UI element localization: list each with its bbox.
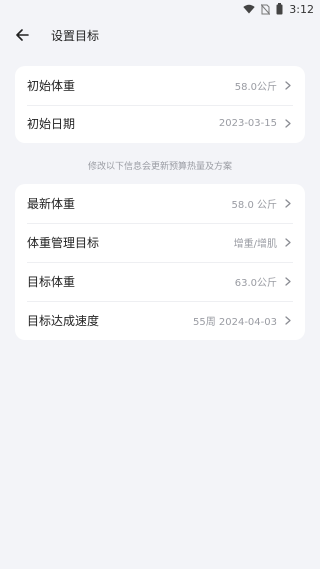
- initial-weight-row[interactable]: 初始体重 58.0公斤: [15, 66, 305, 105]
- battery-icon: [276, 3, 283, 15]
- row-label: 最新体重: [27, 197, 76, 211]
- update-hint-text: 修改以下信息会更新预算热量及方案: [87, 162, 232, 172]
- row-label: 初始日期: [27, 117, 76, 132]
- row-value: 58.0 公斤: [231, 200, 277, 211]
- row-value: 55周 2024-04-03: [192, 317, 277, 328]
- row-label: 体重管理目标: [27, 236, 100, 250]
- chevron-right-icon: [285, 80, 293, 90]
- app-bar: 设置目标: [0, 18, 320, 52]
- chevron-right-icon: [285, 277, 293, 287]
- back-button[interactable]: [12, 25, 32, 45]
- row-value: 2023-03-15: [218, 118, 277, 130]
- row-value: 58.0公斤: [234, 81, 277, 93]
- no-sim-icon: [261, 3, 271, 15]
- chevron-right-icon: [285, 119, 293, 129]
- status-bar: 3:12: [0, 0, 320, 18]
- initial-date-row[interactable]: 初始日期 2023-03-15: [15, 104, 305, 144]
- weight-goal-type-row[interactable]: 体重管理目标 增重/增肌: [15, 223, 305, 262]
- initial-info-card: 初始体重 58.0公斤 初始日期 2023-03-15: [15, 66, 305, 143]
- chevron-right-icon: [285, 238, 293, 248]
- chevron-right-icon: [285, 199, 293, 209]
- latest-weight-row[interactable]: 最新体重 58.0 公斤: [15, 184, 305, 223]
- chevron-right-icon: [285, 316, 293, 326]
- goal-settings-card: 最新体重 58.0 公斤 体重管理目标 增重/增肌 目标体重 63.0公斤 目标…: [15, 184, 305, 340]
- row-label: 目标达成速度: [27, 314, 100, 328]
- back-arrow-icon: [15, 29, 29, 41]
- goal-speed-row[interactable]: 目标达成速度 55周 2024-04-03: [15, 301, 305, 340]
- wifi-icon: [243, 4, 255, 14]
- row-value: 增重/增肌: [233, 239, 277, 250]
- page-title: 设置目标: [51, 28, 100, 43]
- row-value: 63.0公斤: [234, 278, 277, 289]
- row-label: 目标体重: [27, 275, 76, 289]
- row-label: 初始体重: [27, 78, 76, 93]
- target-weight-row[interactable]: 目标体重 63.0公斤: [15, 262, 305, 301]
- status-time: 3:12: [289, 2, 314, 16]
